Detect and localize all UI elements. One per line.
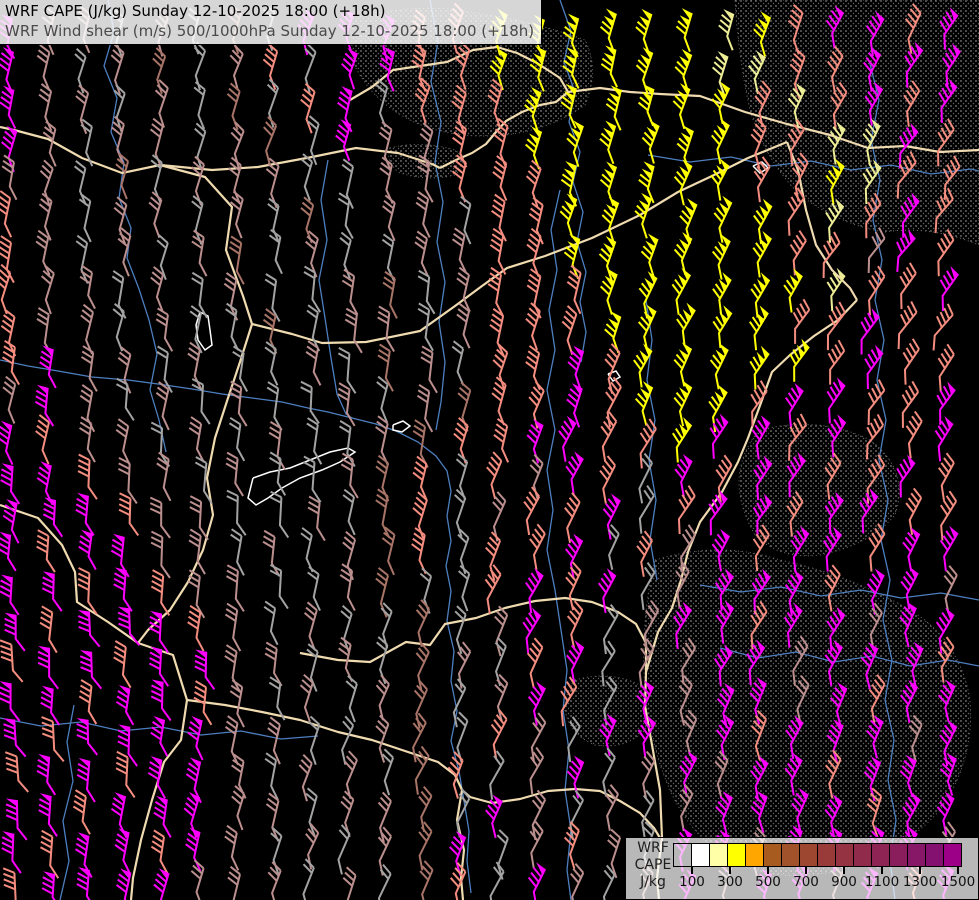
cape-tick-label: 700: [793, 874, 819, 890]
cape-color-box: [745, 843, 764, 867]
cape-tick-label: 1500: [940, 874, 976, 890]
cape-color-box: [907, 843, 926, 867]
cape-color-box: [673, 843, 692, 867]
cape-color-box: [889, 843, 908, 867]
cape-tick: [805, 867, 807, 874]
cape-color-box: [835, 843, 854, 867]
weather-map-page: WRF CAPE (J/kg) Sunday 12-10-2025 18:00 …: [0, 0, 979, 900]
cape-tick-label: 900: [831, 874, 857, 890]
cape-tick-label: 300: [717, 874, 743, 890]
cape-color-box: [691, 843, 710, 867]
legend-label-wrf: WRF: [637, 840, 669, 856]
legend-label-cape: CAPE: [634, 857, 672, 873]
title-line-windshear: WRF Wind shear (m/s) 500/1000hPa Sunday …: [5, 22, 535, 40]
cape-tick: [843, 867, 845, 874]
weather-map-svg: [0, 0, 979, 900]
cape-color-box: [727, 843, 746, 867]
cape-tick-label: 1300: [902, 874, 938, 890]
cape-color-box: [853, 843, 872, 867]
cape-tick: [767, 867, 769, 874]
legend-label-block: WRF CAPE J/kg: [634, 840, 672, 891]
cape-color-box: [763, 843, 782, 867]
cape-tick: [957, 867, 959, 874]
cape-tick-label: 500: [755, 874, 781, 890]
cape-legend-panel: WRF CAPE J/kg 100 300 500 700 900 1100 1300 150…: [625, 837, 979, 900]
legend-label-unit: J/kg: [640, 874, 666, 890]
cape-tick: [729, 867, 731, 874]
cape-tick: [919, 867, 921, 874]
cape-color-box: [781, 843, 800, 867]
cape-color-box: [943, 843, 962, 867]
cape-colorbar-ticks: 100 300 500 700 900 1100 1300 1500: [673, 867, 979, 897]
cape-color-box: [799, 843, 818, 867]
cape-tick-label: 100: [679, 874, 705, 890]
cape-tick: [691, 867, 693, 874]
cape-color-box: [871, 843, 890, 867]
cape-color-box: [709, 843, 728, 867]
cape-color-box: [817, 843, 836, 867]
title-line-cape: WRF CAPE (J/kg) Sunday 12-10-2025 18:00 …: [5, 2, 386, 20]
cape-colorbar: [673, 843, 962, 867]
cape-tick: [881, 867, 883, 874]
cape-tick-label: 1100: [864, 874, 900, 890]
title-bar: WRF CAPE (J/kg) Sunday 12-10-2025 18:00 …: [0, 0, 543, 45]
cape-color-box: [925, 843, 944, 867]
